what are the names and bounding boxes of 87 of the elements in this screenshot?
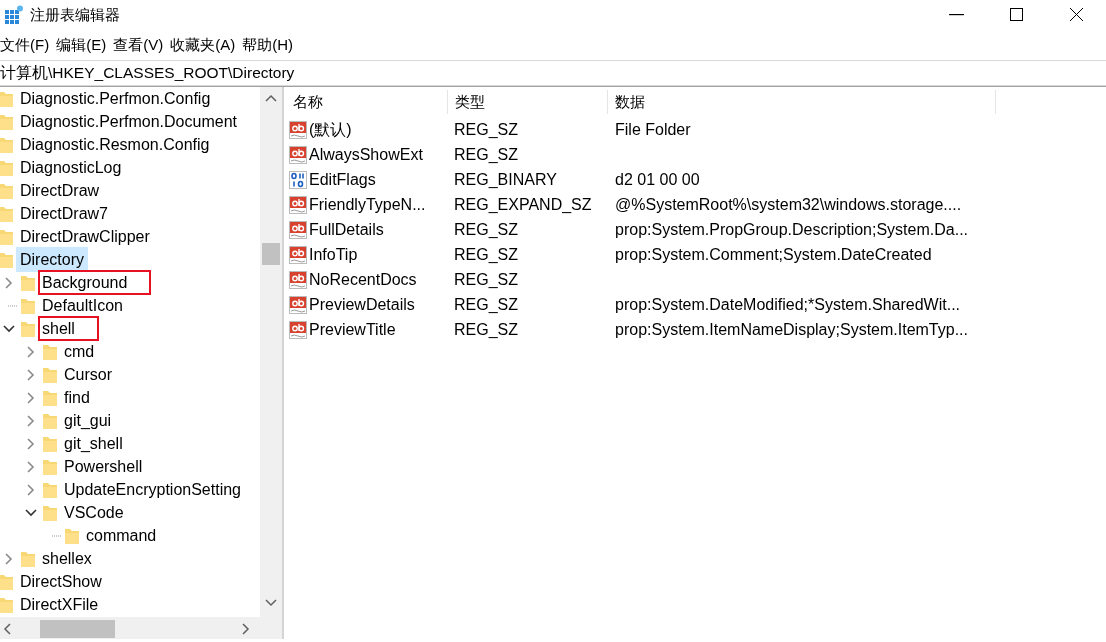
folder-icon xyxy=(43,503,57,522)
folder-icon xyxy=(0,89,13,108)
menu-item[interactable]: 查看(V) xyxy=(113,30,171,60)
column-header[interactable]: 类型 xyxy=(448,90,608,114)
folder-icon xyxy=(0,158,13,177)
column-header[interactable]: 数据 xyxy=(608,90,996,114)
folder-icon xyxy=(0,204,13,223)
column-header[interactable]: 名称 xyxy=(286,90,448,114)
folder-icon xyxy=(0,112,13,131)
value-name[interactable]: EditFlags xyxy=(309,167,376,192)
tree-item[interactable]: DiagnosticLog xyxy=(16,155,126,180)
tree-item[interactable]: Diagnostic.Resmon.Config xyxy=(16,132,214,157)
value-type: REG_SZ xyxy=(454,145,518,163)
folder-icon xyxy=(43,434,57,453)
tree-item[interactable]: git_shell xyxy=(60,431,127,456)
value-name[interactable]: FriendlyTypeN... xyxy=(309,192,426,217)
tree-item[interactable]: shell xyxy=(38,316,99,341)
folder-icon xyxy=(21,273,35,292)
tree-item[interactable]: Background xyxy=(38,270,152,295)
tree-item[interactable]: Diagnostic.Perfmon.Document xyxy=(16,109,241,134)
value-data: File Folder xyxy=(615,120,691,138)
folder-icon xyxy=(0,135,13,154)
tree-item[interactable]: DefaultIcon xyxy=(38,293,127,318)
tree-item[interactable]: Cursor xyxy=(60,362,116,387)
tree-item[interactable]: DirectDraw7 xyxy=(16,201,112,226)
maximize-icon xyxy=(1008,8,1024,22)
tree-item[interactable]: Diagnostic.Perfmon.Config xyxy=(16,87,215,111)
value-type: REG_BINARY xyxy=(454,170,557,188)
value-name[interactable]: PreviewDetails xyxy=(309,292,415,317)
value-type: REG_SZ xyxy=(454,270,518,288)
value-type: REG_SZ xyxy=(454,245,518,263)
folder-icon xyxy=(0,572,13,591)
folder-icon xyxy=(0,227,13,246)
value-data: prop:System.DateModified;*System.SharedWit... xyxy=(615,295,961,313)
window-title: 注册表编辑器 xyxy=(30,4,120,25)
menu-item[interactable]: 编辑(E) xyxy=(56,30,114,60)
folder-icon xyxy=(21,296,35,315)
value-data: d2 01 00 00 xyxy=(615,170,700,188)
horizontal-scrollbar[interactable] xyxy=(0,617,282,639)
tree-item[interactable]: find xyxy=(60,385,94,410)
value-name[interactable]: FullDetails xyxy=(309,217,384,242)
value-type: REG_SZ xyxy=(454,120,518,138)
value-type: REG_EXPAND_SZ xyxy=(454,195,592,213)
value-type: REG_SZ xyxy=(454,320,518,338)
value-type: REG_SZ xyxy=(454,295,518,313)
folder-icon xyxy=(0,250,13,269)
menu-item[interactable]: 收藏夹(A) xyxy=(170,30,243,60)
tree-item[interactable]: git_gui xyxy=(60,408,116,433)
value-data: prop:System.ItemNameDisplay;System.ItemTyp... xyxy=(615,320,968,338)
tree-item[interactable]: Directory xyxy=(16,247,88,272)
value-name[interactable]: AlwaysShowExt xyxy=(309,142,423,167)
value-name[interactable]: NoRecentDocs xyxy=(309,267,417,292)
value-type: REG_SZ xyxy=(454,220,518,238)
menu-item[interactable]: 帮助(H) xyxy=(242,30,300,60)
menu-item[interactable]: 文件(F) xyxy=(0,30,57,60)
vertical-scrollbar[interactable] xyxy=(260,87,282,617)
folder-icon xyxy=(43,480,57,499)
tree-item[interactable]: UpdateEncryptionSetting xyxy=(60,477,245,502)
close-icon xyxy=(1068,8,1084,22)
folder-icon xyxy=(0,181,13,200)
value-data: @%SystemRoot%\system32\windows.storage.... xyxy=(615,195,962,213)
value-name[interactable]: InfoTip xyxy=(309,242,358,267)
folder-icon xyxy=(43,457,57,476)
folder-icon xyxy=(65,526,79,545)
minimize-icon xyxy=(948,14,964,16)
folder-icon xyxy=(0,595,13,614)
tree-item[interactable]: DirectDraw xyxy=(16,178,104,203)
tree-item[interactable]: DirectShow xyxy=(16,569,106,594)
folder-icon xyxy=(21,549,35,568)
value-data: prop:System.Comment;System.DateCreated xyxy=(615,245,932,263)
folder-icon xyxy=(21,319,35,338)
folder-icon xyxy=(43,365,57,384)
tree-item[interactable]: VSCode xyxy=(60,500,128,525)
value-name[interactable]: (默认) xyxy=(309,117,352,142)
tree-item[interactable]: shellex xyxy=(38,546,96,571)
value-name[interactable]: PreviewTitle xyxy=(309,317,396,342)
tree-item[interactable]: cmd xyxy=(60,339,99,364)
tree-item[interactable]: command xyxy=(82,523,161,548)
address-path[interactable]: 计算机\HKEY_CLASSES_ROOT\Directory xyxy=(0,64,295,81)
folder-icon xyxy=(43,342,57,361)
app-icon xyxy=(4,5,24,25)
tree-item[interactable]: DirectXFile xyxy=(16,592,103,617)
folder-icon xyxy=(43,388,57,407)
folder-icon xyxy=(43,411,57,430)
tree-item[interactable]: Powershell xyxy=(60,454,147,479)
value-data: prop:System.PropGroup.Description;System.Da... xyxy=(615,220,969,238)
tree-item[interactable]: DirectDrawClipper xyxy=(16,224,154,249)
